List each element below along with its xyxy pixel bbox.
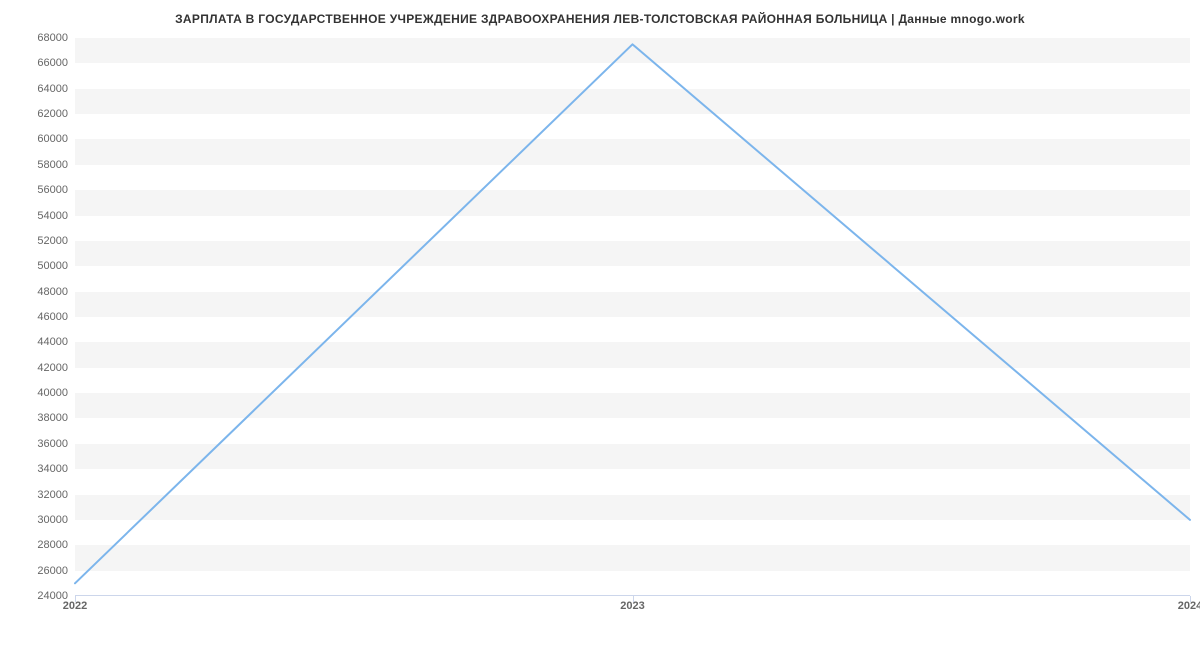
y-axis-tick-label: 30000 [8, 514, 68, 526]
y-axis-tick-label: 44000 [8, 336, 68, 348]
chart-line-svg [75, 38, 1190, 596]
x-axis-tick-label: 2024 [1178, 600, 1200, 612]
y-axis-tick-label: 40000 [8, 387, 68, 399]
y-axis-tick-label: 46000 [8, 311, 68, 323]
chart-title: ЗАРПЛАТА В ГОСУДАРСТВЕННОЕ УЧРЕЖДЕНИЕ ЗД… [0, 12, 1200, 26]
y-axis-tick-label: 34000 [8, 463, 68, 475]
y-axis-tick-label: 32000 [8, 489, 68, 501]
y-axis-tick-label: 54000 [8, 210, 68, 222]
data-series-line [75, 44, 1190, 583]
y-axis-tick-label: 62000 [8, 108, 68, 120]
y-axis-tick-label: 26000 [8, 565, 68, 577]
y-axis-tick-label: 52000 [8, 235, 68, 247]
x-axis-tick-mark [75, 596, 76, 602]
y-axis-tick-label: 60000 [8, 133, 68, 145]
y-axis-tick-label: 42000 [8, 362, 68, 374]
y-axis-tick-label: 50000 [8, 260, 68, 272]
y-axis-tick-label: 24000 [8, 590, 68, 602]
y-axis-tick-label: 48000 [8, 286, 68, 298]
x-axis-tick-mark [633, 596, 634, 602]
y-axis-tick-label: 36000 [8, 438, 68, 450]
y-axis-tick-label: 56000 [8, 184, 68, 196]
y-axis-tick-label: 38000 [8, 412, 68, 424]
y-axis-tick-label: 28000 [8, 539, 68, 551]
y-axis-tick-label: 66000 [8, 57, 68, 69]
y-axis-tick-label: 58000 [8, 159, 68, 171]
x-axis-tick-mark [1190, 596, 1191, 602]
y-axis-tick-label: 68000 [8, 32, 68, 44]
y-axis-tick-label: 64000 [8, 83, 68, 95]
